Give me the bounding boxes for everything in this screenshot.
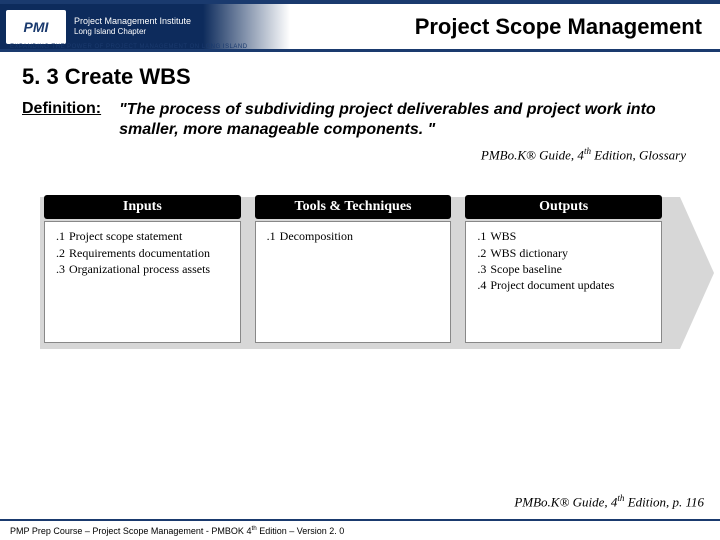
tagline: EXPANDING THE POWER OF PROJECT MANAGEMEN… <box>10 44 248 50</box>
list-item: .1Decomposition <box>262 228 445 244</box>
content-area: 5. 3 Create WBS Definition: "The process… <box>0 52 720 349</box>
definition-label: Definition: <box>22 100 101 118</box>
slide-footer: PMP Prep Course – Project Scope Manageme… <box>0 519 720 540</box>
list-item: .1Project scope statement <box>51 228 234 244</box>
list-item: .2WBS dictionary <box>472 245 655 261</box>
ito-header-tools: Tools & Techniques <box>255 195 452 219</box>
logo-line2: Long Island Chapter <box>74 27 191 37</box>
definition-text: "The process of subdividing project deli… <box>119 100 698 140</box>
ito-body-outputs: .1WBS .2WBS dictionary .3Scope baseline … <box>465 221 662 343</box>
section-title: 5. 3 Create WBS <box>22 64 698 90</box>
ito-body-inputs: .1Project scope statement .2Requirements… <box>44 221 241 343</box>
ito-header-outputs: Outputs <box>465 195 662 219</box>
list-item: .3Organizational process assets <box>51 261 234 277</box>
pmi-logo-icon: PMI <box>6 10 66 44</box>
arrow-tip-icon <box>680 197 714 349</box>
ito-columns: Inputs .1Project scope statement .2Requi… <box>40 197 680 349</box>
logo-line1: Project Management Institute <box>74 16 191 27</box>
list-item: .3Scope baseline <box>472 261 655 277</box>
citation-page: PMBo.K® Guide, 4th Edition, p. 116 <box>514 493 704 510</box>
ito-col-inputs: Inputs .1Project scope statement .2Requi… <box>44 197 241 349</box>
list-item: .1WBS <box>472 228 655 244</box>
ito-col-outputs: Outputs .1WBS .2WBS dictionary .3Scope b… <box>465 197 662 349</box>
logo-text: Project Management Institute Long Island… <box>74 16 191 36</box>
ito-diagram: Inputs .1Project scope statement .2Requi… <box>40 197 680 349</box>
citation-glossary: PMBo.K® Guide, 4th Edition, Glossary <box>22 146 698 163</box>
ito-col-tools: Tools & Techniques .1Decomposition <box>255 197 452 349</box>
slide-title: Project Scope Management <box>290 14 720 40</box>
list-item: .2Requirements documentation <box>51 245 234 261</box>
ito-body-tools: .1Decomposition <box>255 221 452 343</box>
list-item: .4Project document updates <box>472 277 655 293</box>
logo-block: PMI Project Management Institute Long Is… <box>0 4 290 49</box>
definition-row: Definition: "The process of subdividing … <box>22 100 698 140</box>
ito-header-inputs: Inputs <box>44 195 241 219</box>
